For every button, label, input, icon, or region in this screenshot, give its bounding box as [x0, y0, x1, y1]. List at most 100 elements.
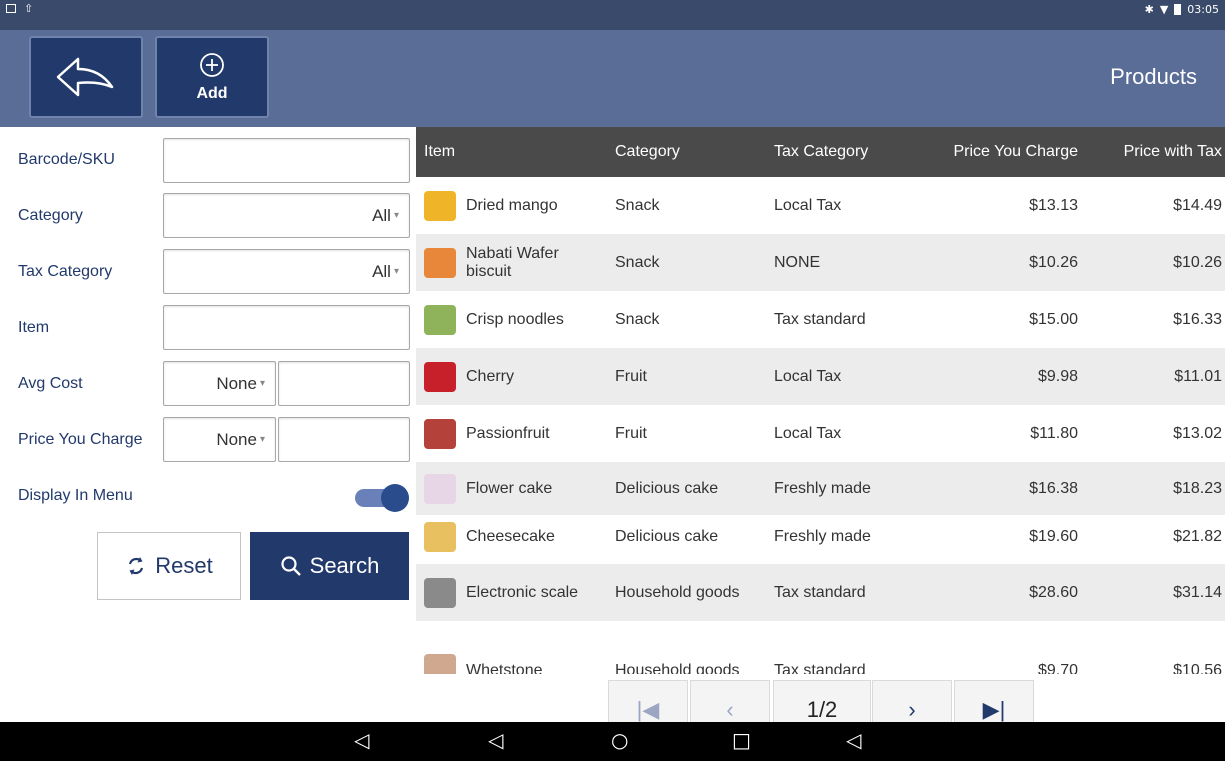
row-price-with-tax: $21.82 — [1173, 527, 1222, 545]
nav-back-icon[interactable]: ◁ — [488, 728, 503, 752]
wifi-icon: ▼ — [1159, 3, 1169, 16]
price-label: Price You Charge — [18, 431, 143, 448]
chevron-left-icon: ‹ — [726, 697, 734, 722]
search-label: Search — [309, 553, 380, 578]
refresh-icon — [129, 557, 144, 575]
row-price: $28.60 — [1029, 583, 1078, 601]
item-label: Item — [18, 319, 50, 336]
search-icon — [281, 556, 301, 576]
table-row[interactable]: Nabati Wafer biscuit Snack NONE $10.26 $… — [416, 234, 1225, 291]
product-thumbnail — [424, 521, 456, 552]
tax-category-label: Tax Category — [18, 263, 113, 280]
table-row[interactable]: Passionfruit Fruit Local Tax $11.80 $13.… — [416, 405, 1225, 462]
product-thumbnail — [424, 190, 456, 221]
display-menu-toggle[interactable] — [355, 482, 409, 512]
volume-down-icon[interactable]: ◁ — [354, 728, 369, 752]
table-row[interactable]: Dried mango Snack Local Tax $13.13 $14.4… — [416, 177, 1225, 234]
row-tax-category: Freshly made — [774, 479, 871, 497]
table-row[interactable]: Crisp noodles Snack Tax standard $15.00 … — [416, 291, 1225, 348]
row-price: $19.60 — [1029, 527, 1078, 545]
product-thumbnail — [424, 577, 456, 608]
category-select[interactable]: All ▾ — [163, 193, 410, 238]
product-thumbnail — [424, 654, 456, 674]
column-header-item[interactable]: Item — [424, 143, 455, 161]
category-value: All — [372, 205, 391, 225]
row-price-with-tax: $31.14 — [1173, 583, 1222, 601]
screenshot-icon — [6, 4, 16, 13]
row-category: Household goods — [615, 662, 740, 674]
price-operator-select[interactable]: None ▾ — [163, 417, 276, 462]
dropdown-caret-icon: ▾ — [393, 210, 399, 221]
system-nav-bar: ◁ ◁ ○ □ ◁ — [0, 722, 1225, 761]
price-operator-value: None — [216, 429, 257, 449]
table-row[interactable]: Cheesecake Delicious cake Freshly made $… — [416, 508, 1225, 565]
volume-up-icon[interactable]: ◁ — [846, 728, 861, 752]
last-page-icon: ▶| — [982, 697, 1006, 722]
table-row[interactable]: Electronic scale Household goods Tax sta… — [416, 564, 1225, 621]
nav-recents-icon[interactable]: □ — [732, 728, 751, 752]
row-price-with-tax: $10.56 — [1173, 662, 1222, 674]
product-thumbnail — [424, 473, 456, 504]
row-category: Snack — [615, 310, 660, 328]
add-label: Add — [196, 85, 228, 102]
item-input[interactable] — [163, 305, 410, 350]
table-row[interactable]: Cherry Fruit Local Tax $9.98 $11.01 — [416, 348, 1225, 405]
dropdown-caret-icon: ▾ — [393, 266, 399, 277]
row-item: Crisp noodles — [466, 310, 564, 328]
row-price-with-tax: $18.23 — [1173, 479, 1222, 497]
row-tax-category: Local Tax — [774, 424, 842, 442]
barcode-input[interactable] — [163, 138, 410, 183]
row-price-with-tax: $16.33 — [1173, 310, 1222, 328]
product-thumbnail — [424, 304, 456, 335]
chevron-right-icon: › — [908, 697, 916, 722]
row-price: $11.80 — [1030, 424, 1078, 442]
row-category: Household goods — [615, 583, 740, 601]
status-time: 03:05 — [1187, 3, 1219, 16]
row-tax-category: Tax standard — [774, 583, 866, 601]
column-header-tax-category[interactable]: Tax Category — [774, 143, 868, 161]
row-price: $9.70 — [1037, 662, 1078, 674]
table-header: Item Category Tax Category Price You Cha… — [416, 127, 1225, 177]
avg-cost-operator-value: None — [216, 373, 257, 393]
products-table: Item Category Tax Category Price You Cha… — [416, 127, 1225, 674]
toggle-knob — [381, 484, 409, 512]
product-thumbnail — [424, 247, 456, 278]
column-header-price-with-tax[interactable]: Price with Tax — [1124, 143, 1222, 161]
table-row[interactable]: Whetstone Household goods Tax standard $… — [416, 649, 1225, 674]
row-item: Whetstone — [466, 662, 543, 674]
row-tax-category: Tax standard — [774, 310, 866, 328]
row-item: Electronic scale — [466, 583, 579, 601]
reset-button[interactable]: Reset — [97, 532, 241, 600]
search-button[interactable]: Search — [250, 532, 409, 600]
category-label: Category — [18, 207, 83, 224]
page-number: 1/2 — [806, 697, 838, 722]
add-button[interactable]: Add — [155, 36, 269, 118]
dropdown-caret-icon: ▾ — [259, 378, 265, 389]
dropdown-caret-icon: ▾ — [259, 434, 265, 445]
row-category: Fruit — [615, 367, 647, 385]
row-price: $9.98 — [1037, 367, 1078, 385]
bluetooth-icon: ✱ — [1144, 3, 1154, 16]
avg-cost-value-input[interactable] — [278, 361, 410, 406]
row-tax-category: Local Tax — [774, 367, 842, 385]
row-price-with-tax: $13.02 — [1173, 424, 1222, 442]
column-header-price[interactable]: Price You Charge — [953, 143, 1078, 161]
reset-label: Reset — [155, 553, 213, 578]
row-item: Nabati Wafer biscuit — [466, 244, 559, 280]
row-item: Flower cake — [466, 479, 553, 497]
tax-category-select[interactable]: All ▾ — [163, 249, 410, 294]
avg-cost-operator-select[interactable]: None ▾ — [163, 361, 276, 406]
row-category: Delicious cake — [615, 527, 719, 545]
row-price-with-tax: $11.01 — [1174, 367, 1222, 385]
row-category: Snack — [615, 196, 660, 214]
column-header-category[interactable]: Category — [615, 143, 680, 161]
back-button[interactable] — [29, 36, 143, 118]
avg-cost-label: Avg Cost — [18, 375, 83, 392]
filter-panel: Barcode/SKU Category All ▾ Tax Category A… — [0, 127, 416, 722]
row-item: Cherry — [466, 367, 515, 385]
nav-home-icon[interactable]: ○ — [611, 728, 628, 752]
row-tax-category: Tax standard — [774, 662, 866, 674]
row-item: Cheesecake — [466, 527, 555, 545]
row-price-with-tax: $10.26 — [1173, 253, 1222, 271]
price-value-input[interactable] — [278, 417, 410, 462]
